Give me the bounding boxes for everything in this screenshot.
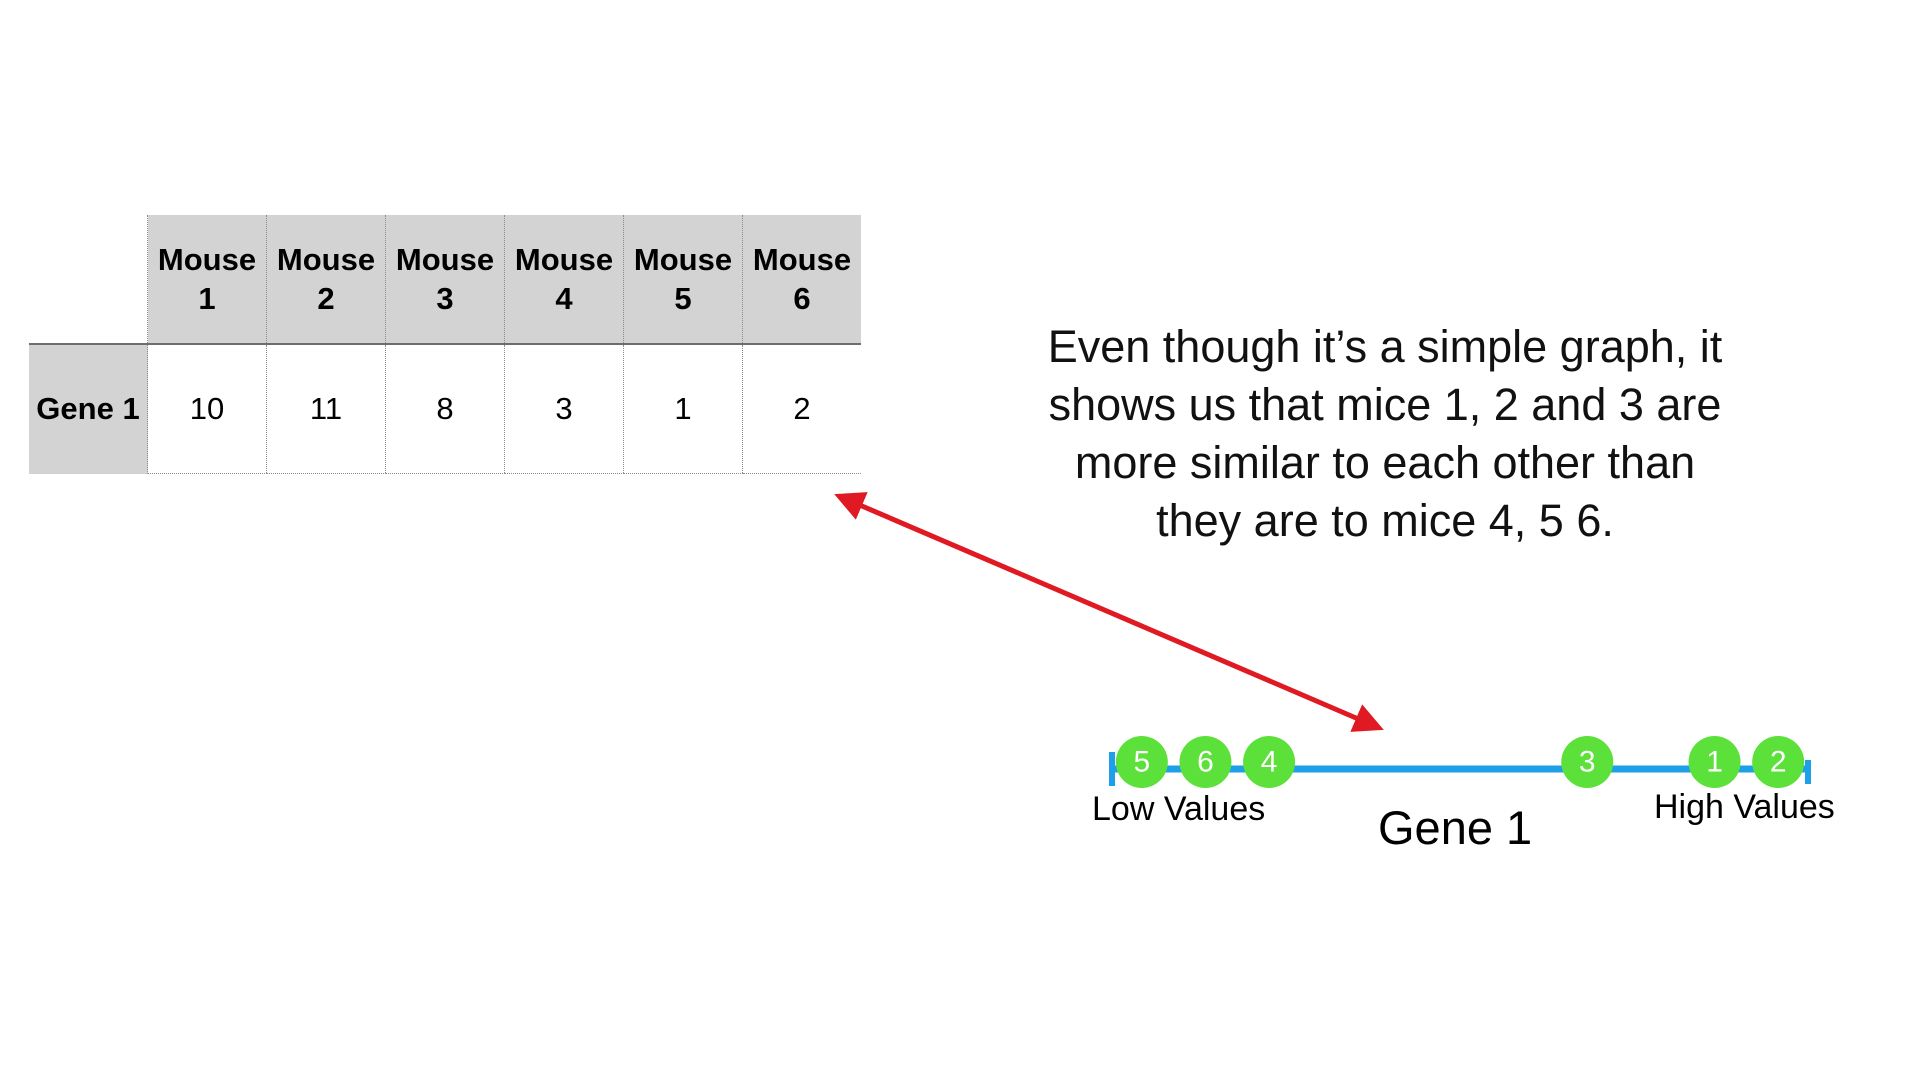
data-point-mouse-2: 2: [1752, 736, 1805, 788]
data-point-mouse-3: 3: [1561, 736, 1614, 788]
axis-title: Gene 1: [1378, 801, 1533, 854]
data-point-label: 6: [1197, 746, 1214, 779]
data-point-mouse-5: 5: [1115, 736, 1168, 788]
data-point-mouse-6: 6: [1179, 736, 1232, 788]
data-points: 5 6 4 3 1 2: [1115, 736, 1805, 788]
double-headed-arrow: [834, 492, 1384, 732]
data-point-label: 3: [1579, 746, 1596, 779]
data-point-mouse-1: 1: [1688, 736, 1741, 788]
low-values-label: Low Values: [1092, 790, 1266, 828]
data-point-label: 5: [1133, 746, 1150, 779]
data-point-label: 2: [1770, 746, 1787, 779]
high-values-label: High Values: [1654, 788, 1835, 826]
slide: Mouse 1 Mouse 2 Mouse 3 Mouse 4 Mouse 5 …: [0, 0, 1920, 1080]
data-point-label: 4: [1261, 746, 1278, 779]
data-point-label: 1: [1706, 746, 1723, 779]
number-line-diagram: 5 6 4 3 1 2: [834, 492, 1811, 788]
data-point-mouse-4: 4: [1243, 736, 1296, 788]
